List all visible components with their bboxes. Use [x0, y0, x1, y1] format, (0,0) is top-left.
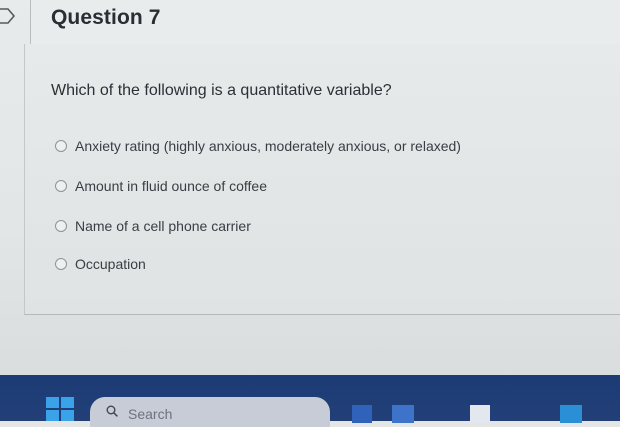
- question-header: Question 7: [30, 0, 620, 45]
- taskbar: Search: [0, 375, 620, 427]
- taskbar-app-icon[interactable]: [470, 405, 490, 423]
- answer-option-4[interactable]: Occupation: [55, 256, 146, 272]
- answer-option-label: Occupation: [75, 256, 146, 272]
- magnifier-icon: [106, 405, 118, 417]
- radio-button[interactable]: [55, 220, 67, 232]
- taskbar-app-icon[interactable]: [352, 405, 372, 423]
- taskbar-app-icon[interactable]: [392, 405, 414, 423]
- question-flag-icon[interactable]: [0, 8, 16, 24]
- radio-button[interactable]: [55, 258, 67, 270]
- answer-option-3[interactable]: Name of a cell phone carrier: [55, 218, 251, 234]
- radio-button[interactable]: [55, 140, 67, 152]
- question-body: Which of the following is a quantitative…: [24, 44, 620, 315]
- windows-start-icon[interactable]: [46, 397, 74, 421]
- radio-button[interactable]: [55, 180, 67, 192]
- answer-option-1[interactable]: Anxiety rating (highly anxious, moderate…: [55, 138, 461, 154]
- question-prompt: Which of the following is a quantitative…: [51, 82, 392, 99]
- answer-option-2[interactable]: Amount in fluid ounce of coffee: [55, 178, 267, 194]
- answer-option-label: Anxiety rating (highly anxious, moderate…: [75, 138, 461, 154]
- taskbar-app-icon[interactable]: [560, 405, 582, 423]
- search-placeholder: Search: [128, 406, 173, 422]
- question-title: Question 7: [51, 6, 161, 29]
- answer-option-label: Name of a cell phone carrier: [75, 218, 251, 234]
- answer-option-label: Amount in fluid ounce of coffee: [75, 178, 267, 194]
- taskbar-search-box[interactable]: Search: [90, 397, 330, 427]
- quiz-page: Question 7 Which of the following is a q…: [0, 0, 620, 375]
